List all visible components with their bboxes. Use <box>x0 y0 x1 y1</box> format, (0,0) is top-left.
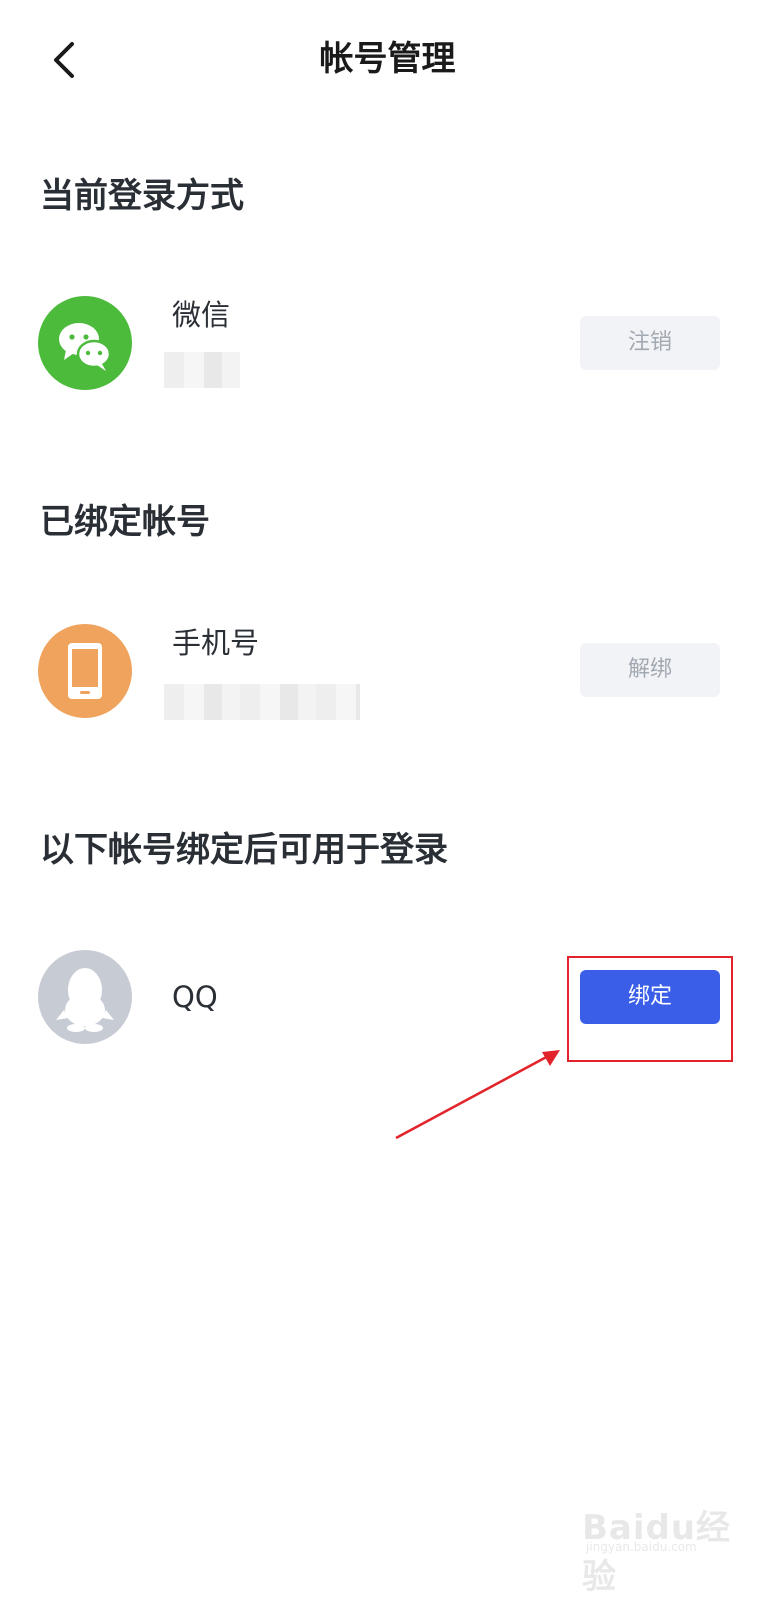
logout-button[interactable]: 注销 <box>580 316 720 370</box>
back-button[interactable] <box>40 36 88 84</box>
chevron-left-icon <box>54 42 74 78</box>
section-title-bindable: 以下帐号绑定后可用于登录 <box>40 830 448 870</box>
account-row-phone: 手机号 解绑 <box>0 620 775 720</box>
watermark-subtext: jingyan.baidu.com <box>586 1540 697 1554</box>
account-name-wechat: 微信 <box>172 298 231 332</box>
wechat-icon <box>38 296 132 390</box>
section-title-bound-accounts: 已绑定帐号 <box>40 502 210 542</box>
annotation-arrow-icon <box>395 1050 560 1140</box>
phone-icon <box>38 624 132 718</box>
masked-phone-number <box>164 684 360 720</box>
page-title: 帐号管理 <box>319 39 456 79</box>
top-bar: 帐号管理 <box>0 0 775 120</box>
account-name-qq: QQ <box>172 980 218 1014</box>
watermark-logo: Baidu经验 jingyan.baidu.com <box>582 1500 732 1597</box>
account-row-wechat: 微信 注销 <box>0 292 775 392</box>
highlight-box <box>567 956 733 1062</box>
qq-penguin-icon <box>38 950 132 1044</box>
masked-account-id <box>164 352 240 388</box>
unbind-button[interactable]: 解绑 <box>580 643 720 697</box>
account-name-phone: 手机号 <box>172 626 260 660</box>
section-title-current-login: 当前登录方式 <box>40 176 244 216</box>
